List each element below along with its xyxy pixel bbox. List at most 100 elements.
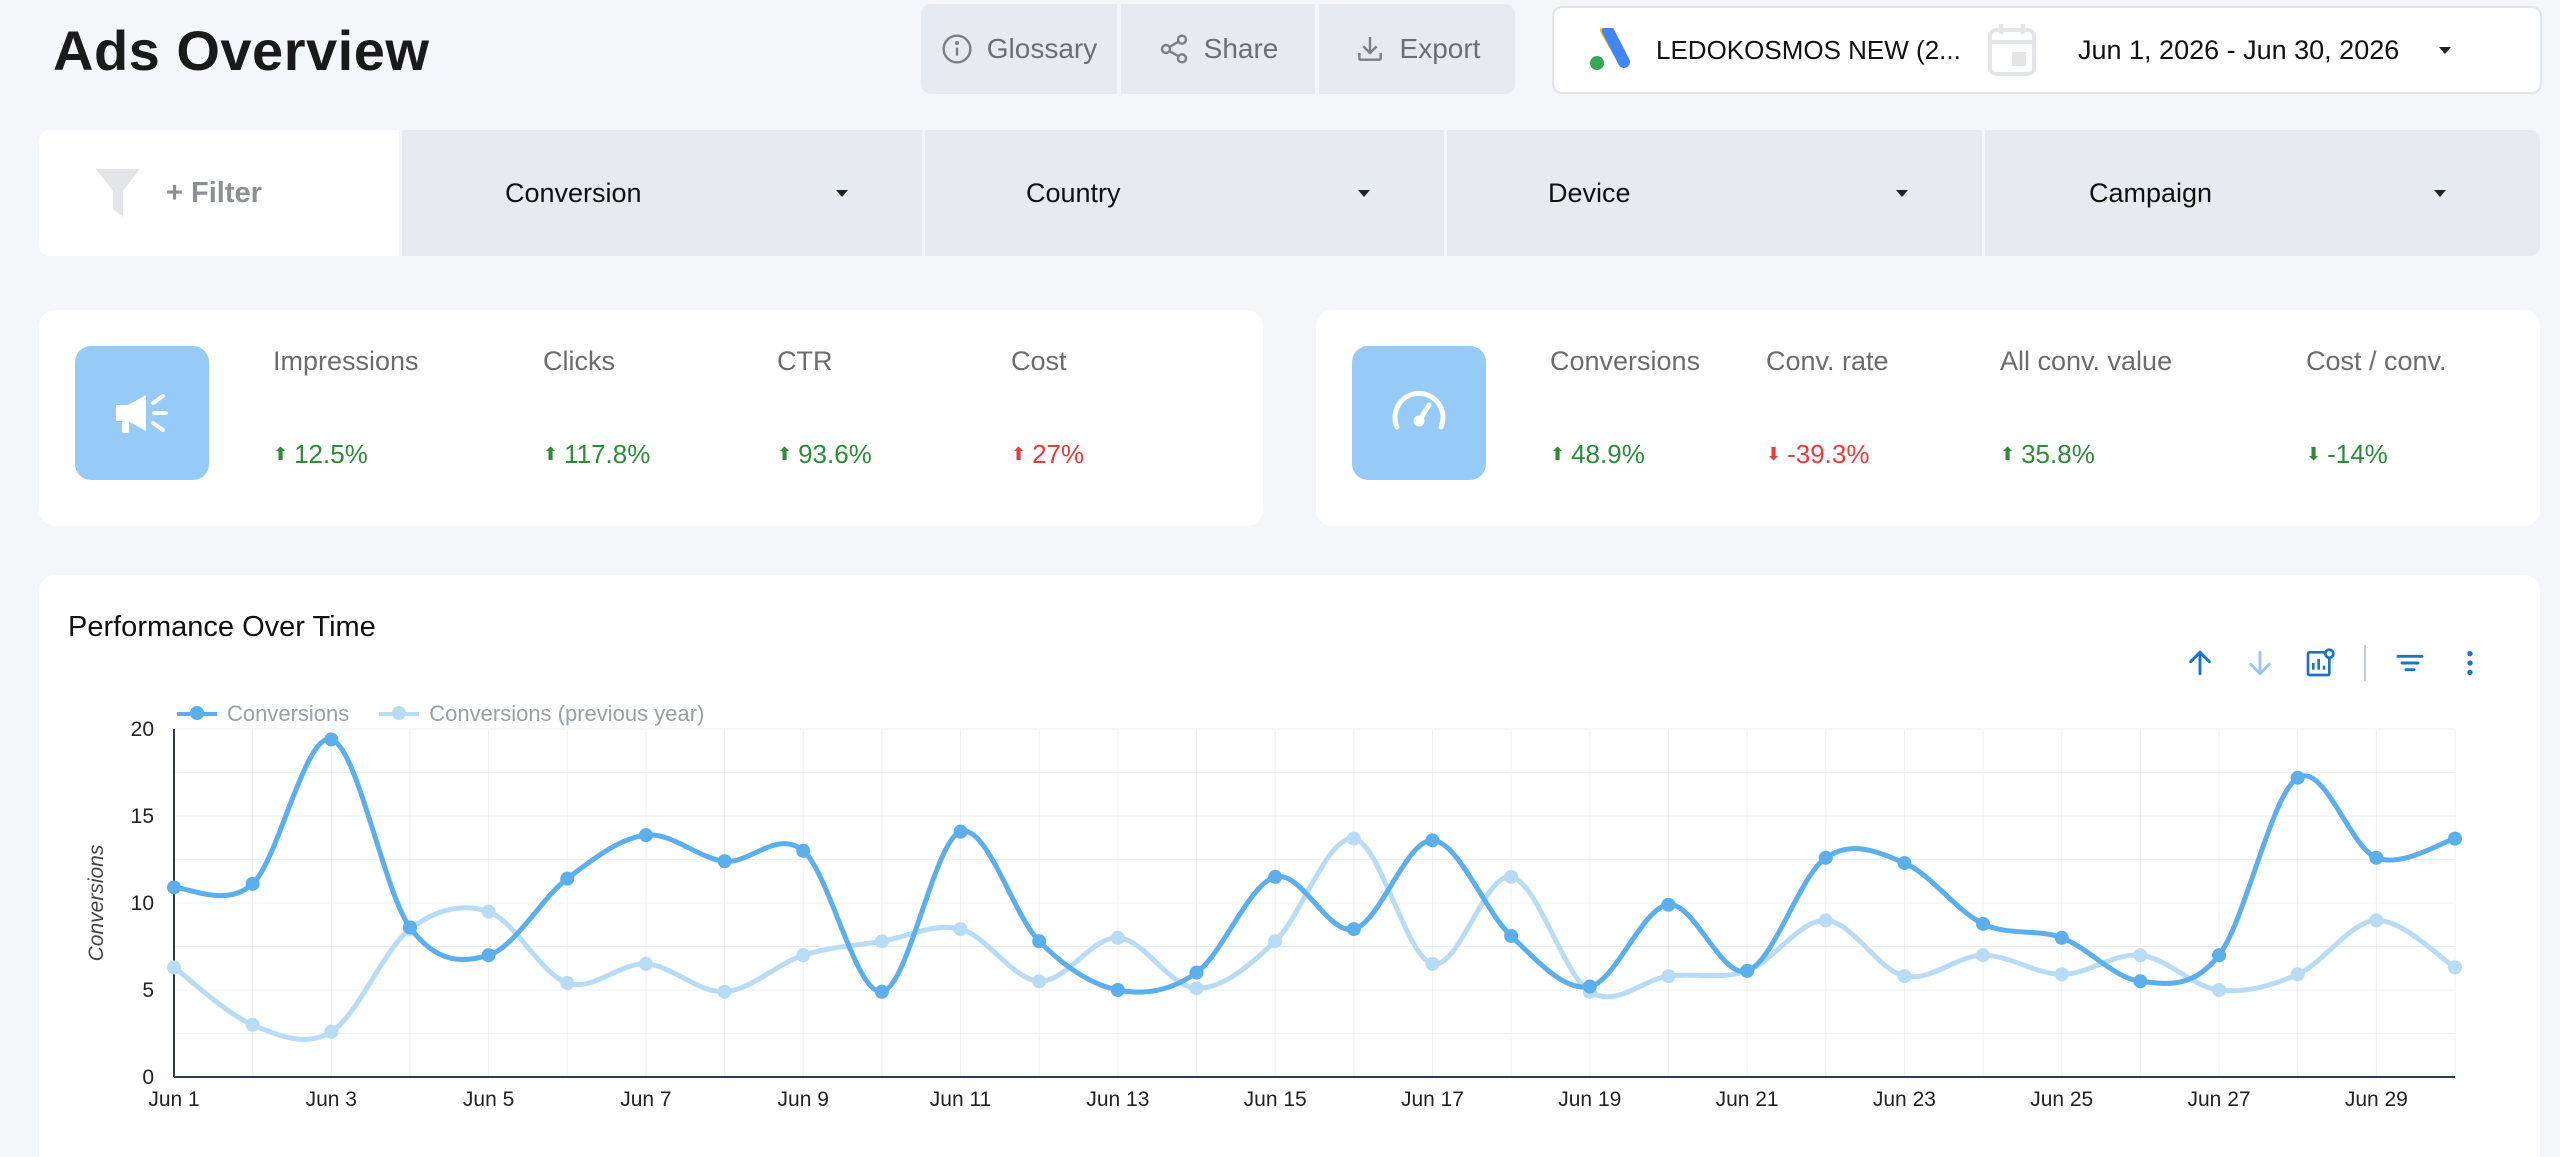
data-point <box>245 876 260 891</box>
data-point <box>638 956 653 971</box>
data-point <box>1740 963 1755 978</box>
data-point <box>1346 831 1361 846</box>
data-point <box>1661 969 1676 984</box>
x-tick-label: Jun 19 <box>1558 1088 1621 1111</box>
conversion-dropdown-label: Conversion <box>505 177 642 208</box>
glossary-label: Glossary <box>986 33 1098 64</box>
add-filter-button[interactable]: + Filter <box>39 130 399 256</box>
data-point <box>953 824 968 839</box>
data-point <box>2054 930 2069 945</box>
metric-label: All conv. value <box>2000 346 2173 376</box>
metric-all-conv-value: All conv. value ⬆ 35.8% <box>2000 346 2172 470</box>
data-point <box>717 984 732 999</box>
kpi-icon-box <box>1352 346 1486 480</box>
metric-conversions: Conversions ⬆ 48.9% <box>1550 346 1700 470</box>
x-tick-label: Jun 29 <box>2345 1088 2408 1111</box>
data-point <box>1976 916 1991 931</box>
country-dropdown-label: Country <box>1026 177 1121 208</box>
share-label: Share <box>1203 33 1279 64</box>
arrow-down-icon: ⬇ <box>1766 444 1782 464</box>
line-chart: 0 5 10 15 20 Conversions Jun 1 Jun 3 Jun 5 Jun 7 J… <box>85 718 2462 1111</box>
metric-delta: ⬆ 12.5% <box>273 439 368 469</box>
data-point <box>402 920 417 935</box>
share-icon <box>1160 34 1187 64</box>
data-point <box>796 948 811 963</box>
data-point <box>1346 922 1361 937</box>
x-tick-label: Jun 11 <box>930 1088 992 1111</box>
chevron-down-icon <box>836 189 848 197</box>
metric-label: Impressions <box>273 346 419 376</box>
share-button[interactable]: Share <box>1121 4 1315 94</box>
metric-clicks: Clicks ⬆ 117.8% <box>543 346 650 470</box>
data-point <box>2369 913 2384 928</box>
data-point <box>167 960 181 975</box>
data-point <box>1504 929 1519 944</box>
export-button[interactable]: Export <box>1319 4 1515 94</box>
data-point <box>1189 965 1204 980</box>
series-line-conversions-previous-year <box>172 836 2457 1042</box>
campaign-dropdown[interactable]: Campaign <box>1982 130 2520 256</box>
data-point <box>874 984 889 999</box>
device-dropdown[interactable]: Device <box>1444 130 1982 256</box>
data-point <box>2054 967 2069 982</box>
x-tick-label: Jun 5 <box>463 1088 514 1111</box>
data-point <box>2448 960 2462 975</box>
y-axis-title: Conversions <box>85 844 108 961</box>
data-point <box>717 854 732 869</box>
data-point <box>1268 869 1283 884</box>
data-point <box>1425 833 1440 848</box>
metric-label: CTR <box>777 346 833 376</box>
metric-label: Cost / conv. <box>2306 346 2447 376</box>
campaign-dropdown-label: Campaign <box>2089 177 2213 208</box>
metric-label: Clicks <box>543 346 615 376</box>
export-label: Export <box>1399 33 1481 64</box>
kpi-icon-box <box>75 346 209 480</box>
data-point <box>1976 948 1991 963</box>
x-tick-label: Jun 3 <box>306 1088 357 1111</box>
metric-label: Conversions <box>1550 346 1701 376</box>
google-ads-logo-icon <box>1590 28 1630 70</box>
performance-chart-card: Performance Over Time Conversions Conver… <box>39 575 2540 1157</box>
country-dropdown[interactable]: Country <box>922 130 1444 256</box>
data-point <box>560 871 575 886</box>
series-line-conversions <box>173 736 2456 995</box>
glossary-button[interactable]: Glossary <box>921 4 1117 94</box>
data-point <box>1818 850 1833 865</box>
x-tick-label: Jun 9 <box>778 1088 829 1111</box>
metric-delta: ⬆ 93.6% <box>777 439 872 469</box>
arrow-up-icon: ⬆ <box>543 444 559 464</box>
data-point <box>1425 956 1440 971</box>
data-point <box>324 732 339 747</box>
account-name: LEDOKOSMOS NEW (2... <box>1656 34 1961 65</box>
y-tick-label: 15 <box>131 805 154 828</box>
metric-label: Conv. rate <box>1766 346 1889 376</box>
date-range: Jun 1, 2026 - Jun 30, 2026 <box>2078 34 2400 65</box>
arrow-up-icon: ⬆ <box>273 444 289 464</box>
page-title: Ads Overview <box>53 19 430 82</box>
data-point <box>1897 855 1912 870</box>
add-filter-label: + Filter <box>166 176 262 209</box>
data-point <box>953 922 968 937</box>
data-point <box>1268 934 1283 949</box>
kpi-card-traffic: Impressions ⬆ 12.5% Clicks ⬆ 117.8% CTR ⬆ 9… <box>39 310 1263 526</box>
gauge-icon <box>1392 390 1446 430</box>
conversion-dropdown[interactable]: Conversion <box>399 130 922 256</box>
data-point <box>2212 948 2227 963</box>
data-point <box>2212 983 2227 997</box>
data-point <box>1582 979 1597 994</box>
x-tick-label: Jun 27 <box>2188 1088 2251 1111</box>
x-tick-label: Jun 1 <box>148 1088 199 1111</box>
y-tick-label: 20 <box>131 718 154 741</box>
data-point <box>481 948 496 963</box>
data-point <box>1818 913 1833 928</box>
metric-impressions: Impressions ⬆ 12.5% <box>273 346 419 470</box>
data-point <box>638 828 653 843</box>
data-point <box>167 880 181 895</box>
arrow-down-icon: ⬇ <box>2306 444 2322 464</box>
y-tick-label: 5 <box>142 979 154 1002</box>
chevron-down-icon <box>1896 189 1908 197</box>
chevron-down-icon <box>1358 189 1370 197</box>
account-date-selector[interactable]: LEDOKOSMOS NEW (2... Jun 1, 2026 - Jun 3… <box>1552 6 2542 94</box>
info-icon <box>942 34 972 64</box>
data-point <box>2448 831 2462 846</box>
